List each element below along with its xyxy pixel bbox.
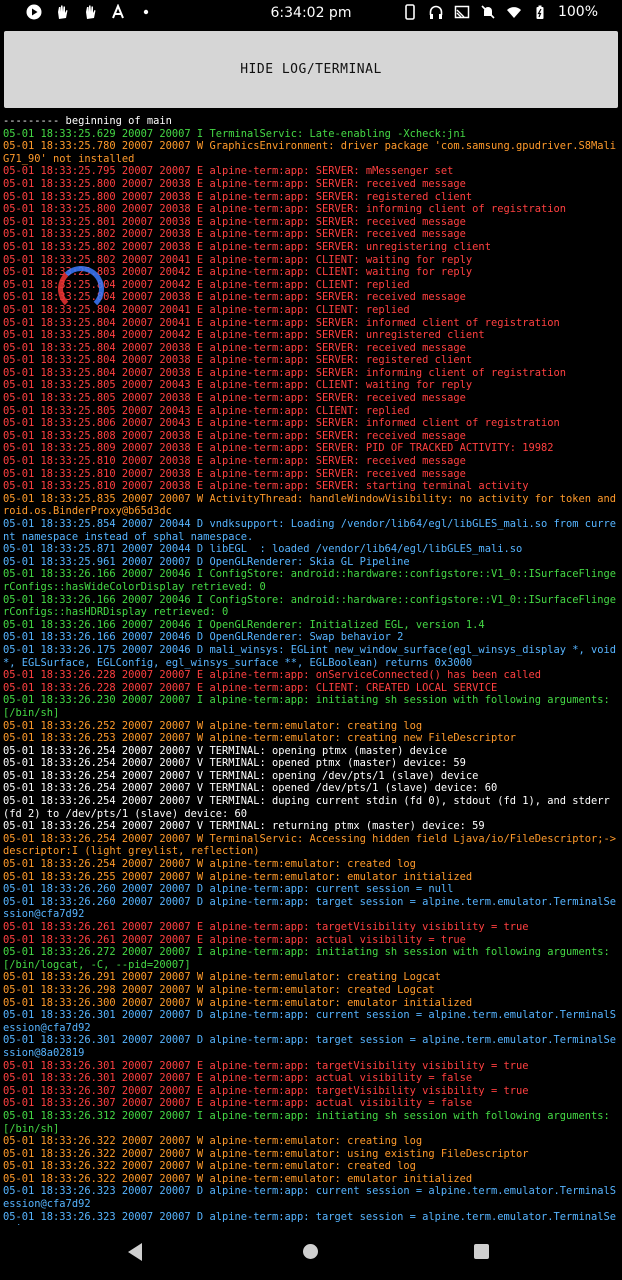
log-line: 05-01 18:33:26.228 20007 20007 E alpine-…	[3, 681, 498, 694]
log-line: 05-01 18:33:26.322 20007 20007 W alpine-…	[3, 1160, 416, 1173]
home-icon[interactable]	[303, 1244, 318, 1259]
log-line: 05-01 18:33:25.805 20007 20043 E alpine-…	[3, 379, 473, 392]
status-right-icons: 100%	[402, 4, 598, 20]
log-line: 05-01 18:33:26.254 20007 20007 V TERMINA…	[3, 769, 479, 782]
status-bar: 6:34:02 pm 100%	[0, 0, 622, 26]
log-line: 05-01 18:33:25.802 20007 20038 E alpine-…	[3, 240, 491, 253]
log-line: 05-01 18:33:25.802 20007 20041 E alpine-…	[3, 253, 473, 266]
log-line: 05-01 18:33:26.254 20007 20007 V TERMINA…	[3, 744, 448, 757]
log-line: 05-01 18:33:25.629 20007 20007 I Termina…	[3, 127, 466, 140]
log-line: 05-01 18:33:25.810 20007 20038 E alpine-…	[3, 480, 529, 493]
log-line: 05-01 18:33:26.254 20007 20007 W alpine-…	[3, 858, 416, 871]
log-line: 05-01 18:33:26.255 20007 20007 W alpine-…	[3, 870, 473, 883]
log-line: 05-01 18:33:26.175 20007 20046 D mali_wi…	[3, 643, 617, 669]
log-line: 05-01 18:33:25.802 20007 20038 E alpine-…	[3, 228, 466, 241]
recents-icon[interactable]	[474, 1244, 489, 1259]
log-line: 05-01 18:33:25.804 20007 20041 E alpine-…	[3, 316, 560, 329]
log-line: 05-01 18:33:25.804 20007 20038 E alpine-…	[3, 354, 473, 367]
battery-icon	[532, 4, 548, 20]
log-line: 05-01 18:33:25.801 20007 20038 E alpine-…	[3, 215, 466, 228]
log-line: 05-01 18:33:26.323 20007 20007 D alpine-…	[3, 1210, 617, 1225]
loading-spinner-icon	[58, 266, 104, 312]
log-line: 05-01 18:33:26.261 20007 20007 E alpine-…	[3, 921, 529, 933]
headphones-icon	[428, 4, 444, 20]
log-line: 05-01 18:33:25.804 20007 20038 E alpine-…	[3, 366, 567, 379]
battery-level: 100%	[557, 4, 598, 20]
log-line: 05-01 18:33:26.166 20007 20046 I ConfigS…	[3, 568, 617, 593]
log-line: 05-01 18:33:26.260 20007 20007 D alpine-…	[3, 895, 617, 921]
log-line: 05-01 18:33:26.254 20007 20007 V TERMINA…	[3, 782, 498, 795]
log-line: 05-01 18:33:25.809 20007 20038 E alpine-…	[3, 442, 554, 455]
log-line: 05-01 18:33:25.780 20007 20007 W Graphic…	[3, 140, 617, 165]
log-line: 05-01 18:33:26.291 20007 20007 W alpine-…	[3, 971, 441, 984]
phone-icon	[402, 4, 418, 20]
hide-log-terminal-button[interactable]: HIDE LOG/TERMINAL	[4, 31, 618, 108]
log-line: 05-01 18:33:25.854 20007 20044 D vndksup…	[3, 518, 617, 543]
log-line: 05-01 18:33:25.805 20007 20043 E alpine-…	[3, 404, 410, 417]
log-line: 05-01 18:33:25.808 20007 20038 E alpine-…	[3, 429, 466, 442]
log-line: 05-01 18:33:26.254 20007 20007 V TERMINA…	[3, 820, 485, 833]
log-line: 05-01 18:33:26.228 20007 20007 E alpine-…	[3, 669, 541, 682]
log-line: 05-01 18:33:26.322 20007 20007 W alpine-…	[3, 1172, 473, 1185]
log-line: 05-01 18:33:26.312 20007 20007 I alpine-…	[3, 1109, 617, 1135]
log-line: 05-01 18:33:25.800 20007 20038 E alpine-…	[3, 177, 466, 190]
wifi-icon	[506, 4, 522, 20]
log-line: 05-01 18:33:25.871 20007 20044 D libEGL …	[3, 543, 523, 556]
log-line: 05-01 18:33:26.166 20007 20046 I ConfigS…	[3, 593, 617, 619]
log-line: 05-01 18:33:25.835 20007 20007 W Activit…	[3, 492, 617, 518]
log-line: 05-01 18:33:26.323 20007 20007 D alpine-…	[3, 1185, 617, 1211]
log-line: 05-01 18:33:25.961 20007 20007 D OpenGLR…	[3, 555, 410, 568]
log-line: --------- beginning of main	[3, 115, 172, 127]
log-line: 05-01 18:33:25.804 20007 20042 E alpine-…	[3, 329, 485, 342]
log-line: 05-01 18:33:26.301 20007 20007 E alpine-…	[3, 1072, 473, 1085]
log-line: 05-01 18:33:26.301 20007 20007 E alpine-…	[3, 1059, 529, 1072]
log-line: 05-01 18:33:25.810 20007 20038 E alpine-…	[3, 455, 466, 468]
log-line: 05-01 18:33:25.804 20007 20038 E alpine-…	[3, 341, 466, 354]
log-line: 05-01 18:33:26.307 20007 20007 E alpine-…	[3, 1084, 529, 1097]
log-line: 05-01 18:33:25.810 20007 20038 E alpine-…	[3, 467, 466, 480]
log-line: 05-01 18:33:26.300 20007 20007 W alpine-…	[3, 996, 473, 1009]
log-line: 05-01 18:33:26.307 20007 20007 E alpine-…	[3, 1097, 473, 1110]
mute-icon	[480, 4, 496, 20]
log-line: 05-01 18:33:26.254 20007 20007 V TERMINA…	[3, 757, 466, 770]
log-line: 05-01 18:33:26.322 20007 20007 W alpine-…	[3, 1147, 529, 1160]
log-line: 05-01 18:33:26.230 20007 20007 I alpine-…	[3, 694, 617, 719]
log-line: 05-01 18:33:26.254 20007 20007 W Termina…	[3, 832, 617, 858]
log-line: 05-01 18:33:25.805 20007 20038 E alpine-…	[3, 392, 466, 405]
log-line: 05-01 18:33:26.298 20007 20007 W alpine-…	[3, 983, 435, 996]
log-line: 05-01 18:33:25.806 20007 20043 E alpine-…	[3, 417, 560, 430]
cast-icon	[454, 4, 470, 20]
log-line: 05-01 18:33:26.253 20007 20007 W alpine-…	[3, 732, 516, 745]
log-line: 05-01 18:33:26.166 20007 20046 I OpenGLR…	[3, 618, 485, 631]
log-line: 05-01 18:33:26.260 20007 20007 D alpine-…	[3, 883, 454, 896]
log-line: 05-01 18:33:26.301 20007 20007 D alpine-…	[3, 1034, 617, 1059]
back-icon[interactable]	[128, 1243, 142, 1261]
toolbar: HIDE LOG/TERMINAL	[0, 26, 622, 114]
log-line: 05-01 18:33:26.252 20007 20007 W alpine-…	[3, 719, 423, 732]
log-line: 05-01 18:33:26.301 20007 20007 D alpine-…	[3, 1009, 617, 1034]
log-line: 05-01 18:33:26.261 20007 20007 E alpine-…	[3, 933, 466, 946]
log-line: 05-01 18:33:25.800 20007 20038 E alpine-…	[3, 190, 473, 203]
log-line: 05-01 18:33:26.322 20007 20007 W alpine-…	[3, 1135, 423, 1148]
navigation-bar	[0, 1228, 622, 1280]
log-line: 05-01 18:33:25.800 20007 20038 E alpine-…	[3, 203, 567, 216]
log-line: 05-01 18:33:26.166 20007 20046 D OpenGLR…	[3, 631, 404, 644]
log-line: 05-01 18:33:26.272 20007 20007 I alpine-…	[3, 946, 617, 971]
log-line: 05-01 18:33:26.254 20007 20007 V TERMINA…	[3, 795, 617, 820]
log-line: 05-01 18:33:25.795 20007 20007 E alpine-…	[3, 165, 454, 178]
